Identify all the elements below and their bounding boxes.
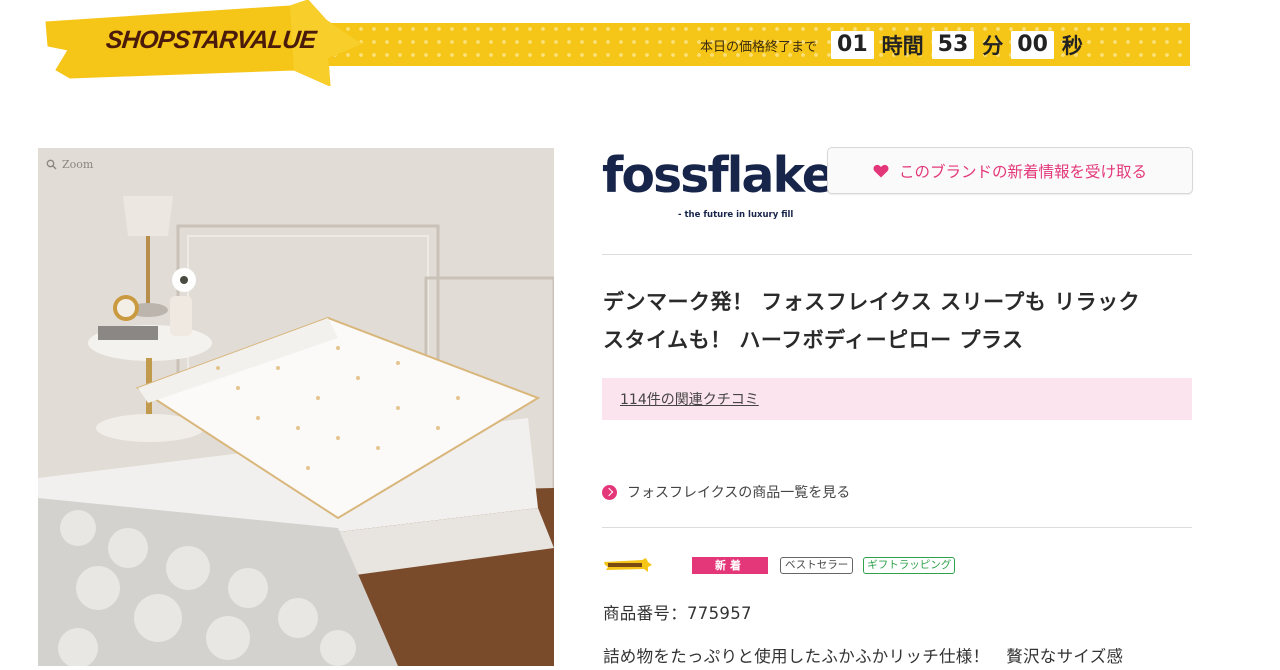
brand-tagline: - the future in luxury fill: [678, 210, 794, 220]
zoom-label: Zoom: [62, 158, 94, 171]
arrow-circle-icon: [602, 484, 617, 500]
bestseller-badge: ベストセラー: [780, 556, 854, 574]
review-link[interactable]: 114件の関連クチコミ: [620, 389, 759, 409]
new-badge: 新着: [692, 556, 768, 574]
review-bar: 114件の関連クチコミ: [602, 378, 1192, 420]
product-image[interactable]: Zoom: [38, 148, 554, 666]
shop-logo[interactable]: SHOPSTARVALUE: [40, 0, 362, 86]
zoom-hint: Zoom: [46, 158, 93, 171]
countdown-minutes: 53: [931, 31, 975, 59]
countdown-prefix: 本日の価格終了まで: [700, 39, 818, 55]
product-badges: 新着 ベストセラー ギフトラッピング: [604, 555, 956, 575]
countdown-seconds: 00: [1011, 31, 1054, 59]
divider: [602, 254, 1192, 255]
magnifier-icon: [46, 159, 57, 170]
heart-icon: [873, 164, 889, 177]
brand-product-list-link[interactable]: フォスフレイクスの商品一覧を見る: [602, 482, 850, 502]
follow-brand-label: このブランドの新着情報を受け取る: [898, 162, 1147, 181]
bedroom-photo: [38, 148, 554, 666]
star-icon: [604, 558, 652, 572]
logo-text: SHOPSTARVALUE: [104, 26, 318, 54]
product-description: 詰め物をたっぷりと使用したふかふかリッチ仕様！ 贅沢なサイズ感: [603, 647, 1124, 666]
product-code: 商品番号：775957: [603, 604, 752, 623]
header-banner: SHOPSTARVALUE 本日の価格終了まで 01 時間 53 分 00 秒: [0, 0, 1280, 86]
gift-wrapping-badge: ギフトラッピング: [863, 556, 956, 574]
brand-trademark: TM: [812, 166, 821, 173]
countdown-hours: 01: [831, 31, 874, 59]
brand-name: fossflakes: [602, 147, 862, 204]
ssv-badge-logo: [604, 558, 652, 572]
product-title: デンマーク発！ フォスフレイクス スリープも リラック スタイムも！ ハーフボデ…: [603, 283, 1203, 359]
product-title-line1: デンマーク発！ フォスフレイクス スリープも リラック: [603, 290, 1141, 314]
price-countdown: 本日の価格終了まで 01 時間 53 分 00 秒: [700, 30, 1091, 60]
countdown-minutes-unit: 分: [982, 34, 1004, 58]
brand-logo[interactable]: fossflakes TM - the future in luxury fil…: [602, 146, 862, 226]
countdown-hours-unit: 時間: [881, 34, 924, 58]
countdown-seconds-unit: 秒: [1061, 34, 1083, 58]
brand-product-list-label: フォスフレイクスの商品一覧を見る: [627, 485, 851, 501]
divider: [602, 527, 1192, 528]
product-title-line2: スタイムも！ ハーフボディーピロー プラス: [603, 328, 1024, 352]
follow-brand-button[interactable]: このブランドの新着情報を受け取る: [827, 147, 1193, 194]
